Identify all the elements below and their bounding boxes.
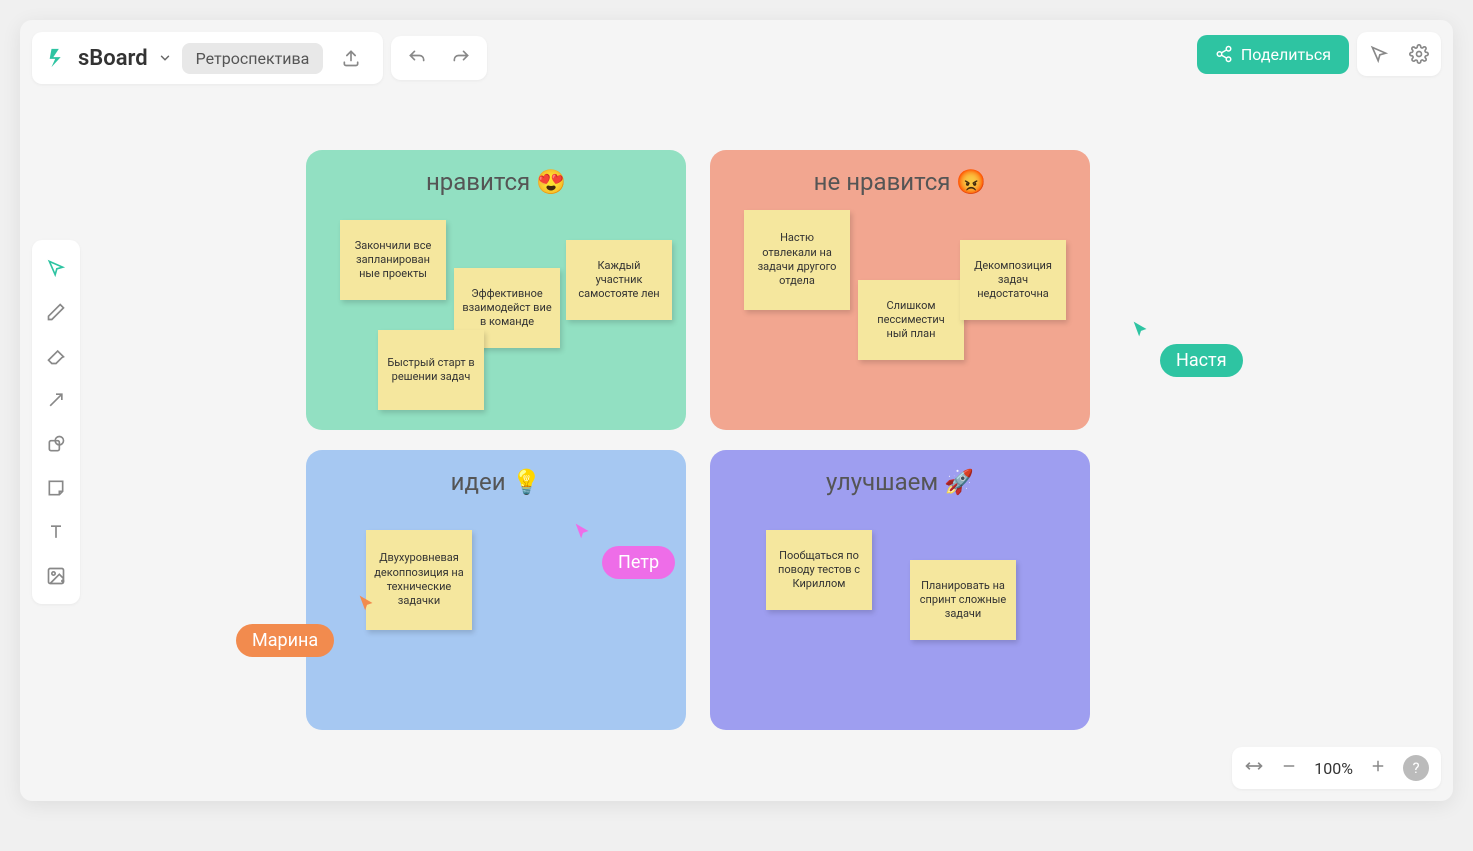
help-button[interactable]: ? (1403, 755, 1429, 781)
zone-improve[interactable]: улучшаем 🚀 Пообщаться по поводу тестов с… (710, 450, 1090, 730)
sticky-note[interactable]: Слишком пессиместич ный план (858, 280, 964, 360)
sticky-note[interactable]: Планировать на спринт сложные задачи (910, 560, 1016, 640)
zone-dislike[interactable]: не нравится 😡 Настю отвлекали на задачи … (710, 150, 1090, 430)
remote-cursor-nastya: Настя (1130, 318, 1152, 344)
zoom-in-button[interactable] (1369, 757, 1387, 779)
zone-improve-title: улучшаем 🚀 (730, 468, 1070, 496)
canvas[interactable]: нравится 😍 Закончили все запланирован ны… (20, 20, 1453, 801)
zone-ideas[interactable]: идеи 💡 Двухуровневая декоппозиция на тех… (306, 450, 686, 730)
plus-icon (1369, 757, 1387, 775)
sticky-note[interactable]: Каждый участник самостояте лен (566, 240, 672, 320)
sticky-note[interactable]: Настю отвлекали на задачи другого отдела (744, 210, 850, 310)
zoom-out-button[interactable] (1280, 757, 1298, 779)
zoom-level: 100% (1314, 759, 1353, 778)
sticky-note[interactable]: Пообщаться по поводу тестов с Кириллом (766, 530, 872, 610)
app-window: sBoard Ретроспектива Поделиться (20, 20, 1453, 801)
zone-ideas-title: идеи 💡 (326, 468, 666, 496)
fit-icon (1244, 756, 1264, 776)
zone-like-title: нравится 😍 (326, 168, 666, 196)
minus-icon (1280, 757, 1298, 775)
sticky-note[interactable]: Быстрый старт в решении задач (378, 330, 484, 410)
sticky-note[interactable]: Двухуровневая декоппозиция на технически… (366, 530, 472, 630)
zoom-controls: 100% ? (1232, 747, 1441, 789)
fit-screen-button[interactable] (1244, 756, 1264, 780)
cursor-label: Настя (1160, 344, 1243, 377)
sticky-note[interactable]: Закончили все запланирован ные проекты (340, 220, 446, 300)
sticky-note[interactable]: Декомпозиция задач недостаточна (960, 240, 1066, 320)
zone-dislike-title: не нравится 😡 (730, 168, 1070, 196)
zone-like[interactable]: нравится 😍 Закончили все запланирован ны… (306, 150, 686, 430)
